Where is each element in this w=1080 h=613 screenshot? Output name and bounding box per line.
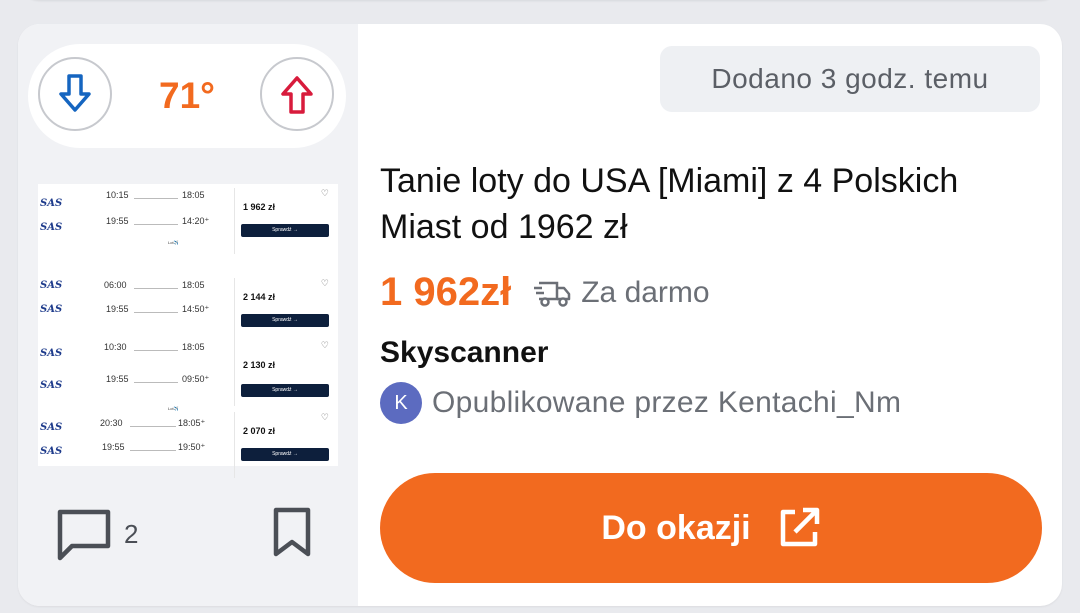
departure-time: 06:00: [104, 280, 127, 290]
left-panel: 71° SAS SAS 10:15 18:05 19:55 14:20⁺ Lot…: [18, 24, 358, 606]
thumbnail-check-button: Sprawdź →: [241, 224, 329, 237]
departure-time: 19:55: [106, 216, 129, 226]
vote-box: 71°: [28, 44, 346, 148]
route-line: [134, 350, 178, 351]
arrival-time: 19:50⁺: [178, 442, 206, 452]
departure-time: 19:55: [106, 304, 129, 314]
comment-icon: [57, 509, 111, 561]
go-to-deal-button[interactable]: Do okazji: [380, 473, 1042, 583]
truck-icon: [534, 281, 571, 307]
arrival-time: 18:05: [182, 190, 205, 200]
departure-time: 10:30: [104, 342, 127, 352]
added-time-badge: Dodano 3 godz. temu: [660, 46, 1040, 112]
thumbnail-flight-group: SAS SAS 10:30 18:05 19:55 09:50⁺ ♡ 2 130…: [38, 336, 338, 406]
arrival-time: 14:20⁺: [182, 216, 210, 226]
vote-down-button[interactable]: [38, 57, 112, 131]
airline-logo: SAS: [40, 422, 63, 433]
go-to-deal-label: Do okazji: [601, 508, 751, 547]
heart-icon: ♡: [320, 278, 329, 288]
price-card: ♡ 1 962 zł Sprawdź →: [234, 188, 335, 254]
comment-count: 2: [124, 518, 139, 549]
shipping-text: Za darmo: [581, 275, 710, 309]
price-row: 1 962zł Za darmo: [380, 270, 710, 315]
airline-logo: SAS: [40, 380, 63, 391]
deal-price: 1 962zł: [380, 270, 512, 314]
source-brand: Lot✈️: [168, 240, 179, 245]
arrival-time: 18:05: [182, 342, 205, 352]
bookmark-button[interactable]: [270, 504, 314, 565]
route-line: [134, 382, 178, 383]
shipping-info: Za darmo: [533, 275, 710, 310]
thumbnail-check-button: Sprawdź →: [241, 448, 329, 461]
price-card: ♡ 2 130 zł Sprawdź →: [234, 340, 335, 406]
arrow-up-icon: [281, 76, 313, 114]
poster-text: Opublikowane przez Kentachi_Nm: [432, 386, 902, 419]
route-line: [134, 288, 178, 289]
price-card: ♡ 2 070 zł Sprawdź →: [234, 412, 335, 478]
thumbnail-price: 2 130 zł: [243, 360, 276, 370]
airline-logo: SAS: [40, 222, 63, 233]
thumbnail-check-button: Sprawdź →: [241, 384, 329, 397]
thumbnail-flight-group: Lot✈️ SAS SAS 20:30 18:05⁺ 19:55 19:50⁺ …: [38, 404, 338, 478]
thumbnail-flight-group: SAS SAS 10:15 18:05 19:55 14:20⁺ Lot✈️ ♡…: [38, 188, 338, 254]
thumbnail-price: 1 962 zł: [243, 202, 276, 212]
route-line: [134, 224, 178, 225]
thumbnail-price: 2 070 zł: [243, 426, 276, 436]
departure-time: 19:55: [106, 374, 129, 384]
comments-button[interactable]: 2: [54, 506, 138, 562]
poster-info[interactable]: K Opublikowane przez Kentachi_Nm: [380, 382, 901, 424]
route-line: [130, 450, 176, 451]
arrival-time: 09:50⁺: [182, 374, 210, 384]
heart-icon: ♡: [320, 188, 329, 198]
departure-time: 10:15: [106, 190, 129, 200]
airline-logo: SAS: [40, 446, 63, 457]
temperature: 71°: [159, 75, 215, 116]
airline-logo: SAS: [40, 198, 63, 209]
thumbnail-flight-group: SAS SAS 06:00 18:05 19:55 14:50⁺ ♡ 2 144…: [38, 256, 338, 344]
deal-thumbnail[interactable]: SAS SAS 10:15 18:05 19:55 14:20⁺ Lot✈️ ♡…: [38, 184, 338, 478]
avatar[interactable]: K: [380, 382, 422, 424]
airline-logo: SAS: [40, 304, 63, 315]
airline-logo: SAS: [40, 280, 63, 291]
deal-card[interactable]: 71° SAS SAS 10:15 18:05 19:55 14:20⁺ Lot…: [18, 24, 1062, 606]
arrival-time: 14:50⁺: [182, 304, 210, 314]
airline-logo: SAS: [40, 348, 63, 359]
external-link-icon: [780, 507, 819, 547]
departure-time: 20:30: [100, 418, 123, 428]
price-card: ♡ 2 144 zł Sprawdź →: [234, 278, 335, 344]
heart-icon: ♡: [320, 412, 329, 422]
bookmark-icon: [273, 507, 311, 557]
source-brand: Lot✈️: [168, 406, 179, 411]
route-line: [130, 426, 176, 427]
departure-time: 19:55: [102, 442, 125, 452]
route-line: [134, 312, 178, 313]
arrival-time: 18:05: [182, 280, 205, 290]
vote-up-button[interactable]: [260, 57, 334, 131]
arrival-time: 18:05⁺: [178, 418, 206, 428]
route-line: [134, 198, 178, 199]
arrow-down-icon: [59, 74, 91, 112]
merchant-name[interactable]: Skyscanner: [380, 336, 548, 370]
heart-icon: ♡: [320, 340, 329, 350]
thumbnail-price: 2 144 zł: [243, 292, 276, 302]
thumbnail-check-button: Sprawdź →: [241, 314, 329, 327]
bottom-actions: 2: [18, 494, 358, 574]
deal-title[interactable]: Tanie loty do USA [Miami] z 4 Polskich M…: [380, 158, 1020, 250]
